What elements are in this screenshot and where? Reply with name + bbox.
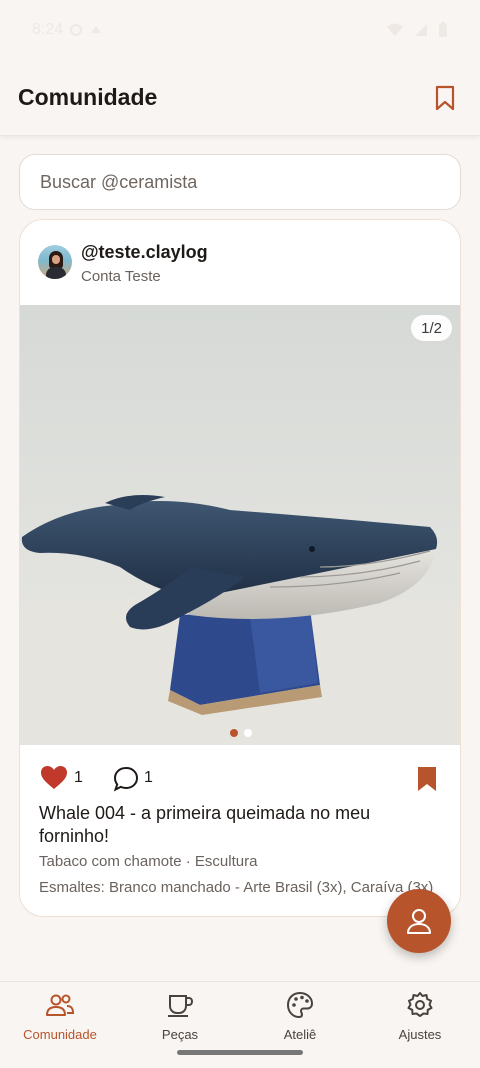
cup-icon <box>168 995 194 1017</box>
app-bar: Comunidade <box>0 60 480 136</box>
post-title: Whale 004 - a primeira queimada no meu f… <box>39 803 371 846</box>
comment-count: 1 <box>144 769 153 786</box>
post-actions: 1 1 <box>20 760 460 800</box>
carousel-dot-2[interactable] <box>244 729 252 737</box>
person-icon <box>407 909 431 934</box>
post-header[interactable]: @teste.claylog Conta Teste <box>20 220 460 304</box>
carousel-dot-1[interactable] <box>230 729 238 737</box>
saved-posts-button[interactable] <box>432 84 458 112</box>
search-box[interactable] <box>19 154 461 210</box>
cell-signal-icon <box>415 24 427 36</box>
search-input[interactable] <box>38 170 442 194</box>
bookmark-filled-icon[interactable] <box>416 765 438 793</box>
gear-icon <box>407 992 433 1017</box>
whale-sculpture-image <box>20 305 460 745</box>
wifi-icon <box>387 23 403 36</box>
heart-icon[interactable] <box>40 765 68 791</box>
people-icon <box>46 994 75 1016</box>
status-time: 8:24 <box>32 21 64 38</box>
signal-small-icon <box>91 26 102 33</box>
status-left: 8:24 <box>32 21 103 39</box>
post-meta: Tabaco com chamote · Escultura <box>39 853 258 870</box>
status-right <box>386 22 448 38</box>
battery-icon <box>439 22 447 37</box>
nav-label-atelie: Ateliê <box>283 1027 317 1042</box>
home-indicator[interactable] <box>177 1050 303 1055</box>
like-count: 1 <box>74 769 83 786</box>
palette-icon <box>286 991 314 1019</box>
status-bar: 8:24 <box>0 0 480 60</box>
nav-item-comunidade[interactable]: Comunidade <box>0 982 120 1068</box>
nav-item-atelie[interactable]: Ateliê <box>240 982 360 1068</box>
nav-label-comunidade: Comunidade <box>23 1027 97 1042</box>
image-counter: 1/2 <box>411 315 452 341</box>
nav-label-ajustes: Ajustes <box>398 1027 442 1042</box>
post-image[interactable]: 1/2 <box>20 305 460 745</box>
nav-item-ajustes[interactable]: Ajustes <box>360 982 480 1068</box>
profile-fab[interactable] <box>387 889 451 953</box>
avatar[interactable] <box>38 245 72 279</box>
post-glazes: Esmaltes: Branco manchado - Arte Brasil … <box>39 879 434 896</box>
comment-icon[interactable] <box>112 765 140 793</box>
sync-icon <box>70 24 83 36</box>
post-card: @teste.claylog Conta Teste 1/2 1 1 Whale… <box>19 219 461 917</box>
page-title: Comunidade <box>18 84 158 110</box>
nav-label-pecas: Peças <box>161 1027 199 1042</box>
bookmark-outline-icon <box>435 85 455 110</box>
post-handle[interactable]: @teste.claylog <box>81 242 208 263</box>
nav-item-pecas[interactable]: Peças <box>120 982 240 1068</box>
carousel-dots <box>20 729 460 737</box>
post-display-name: Conta Teste <box>81 268 161 285</box>
